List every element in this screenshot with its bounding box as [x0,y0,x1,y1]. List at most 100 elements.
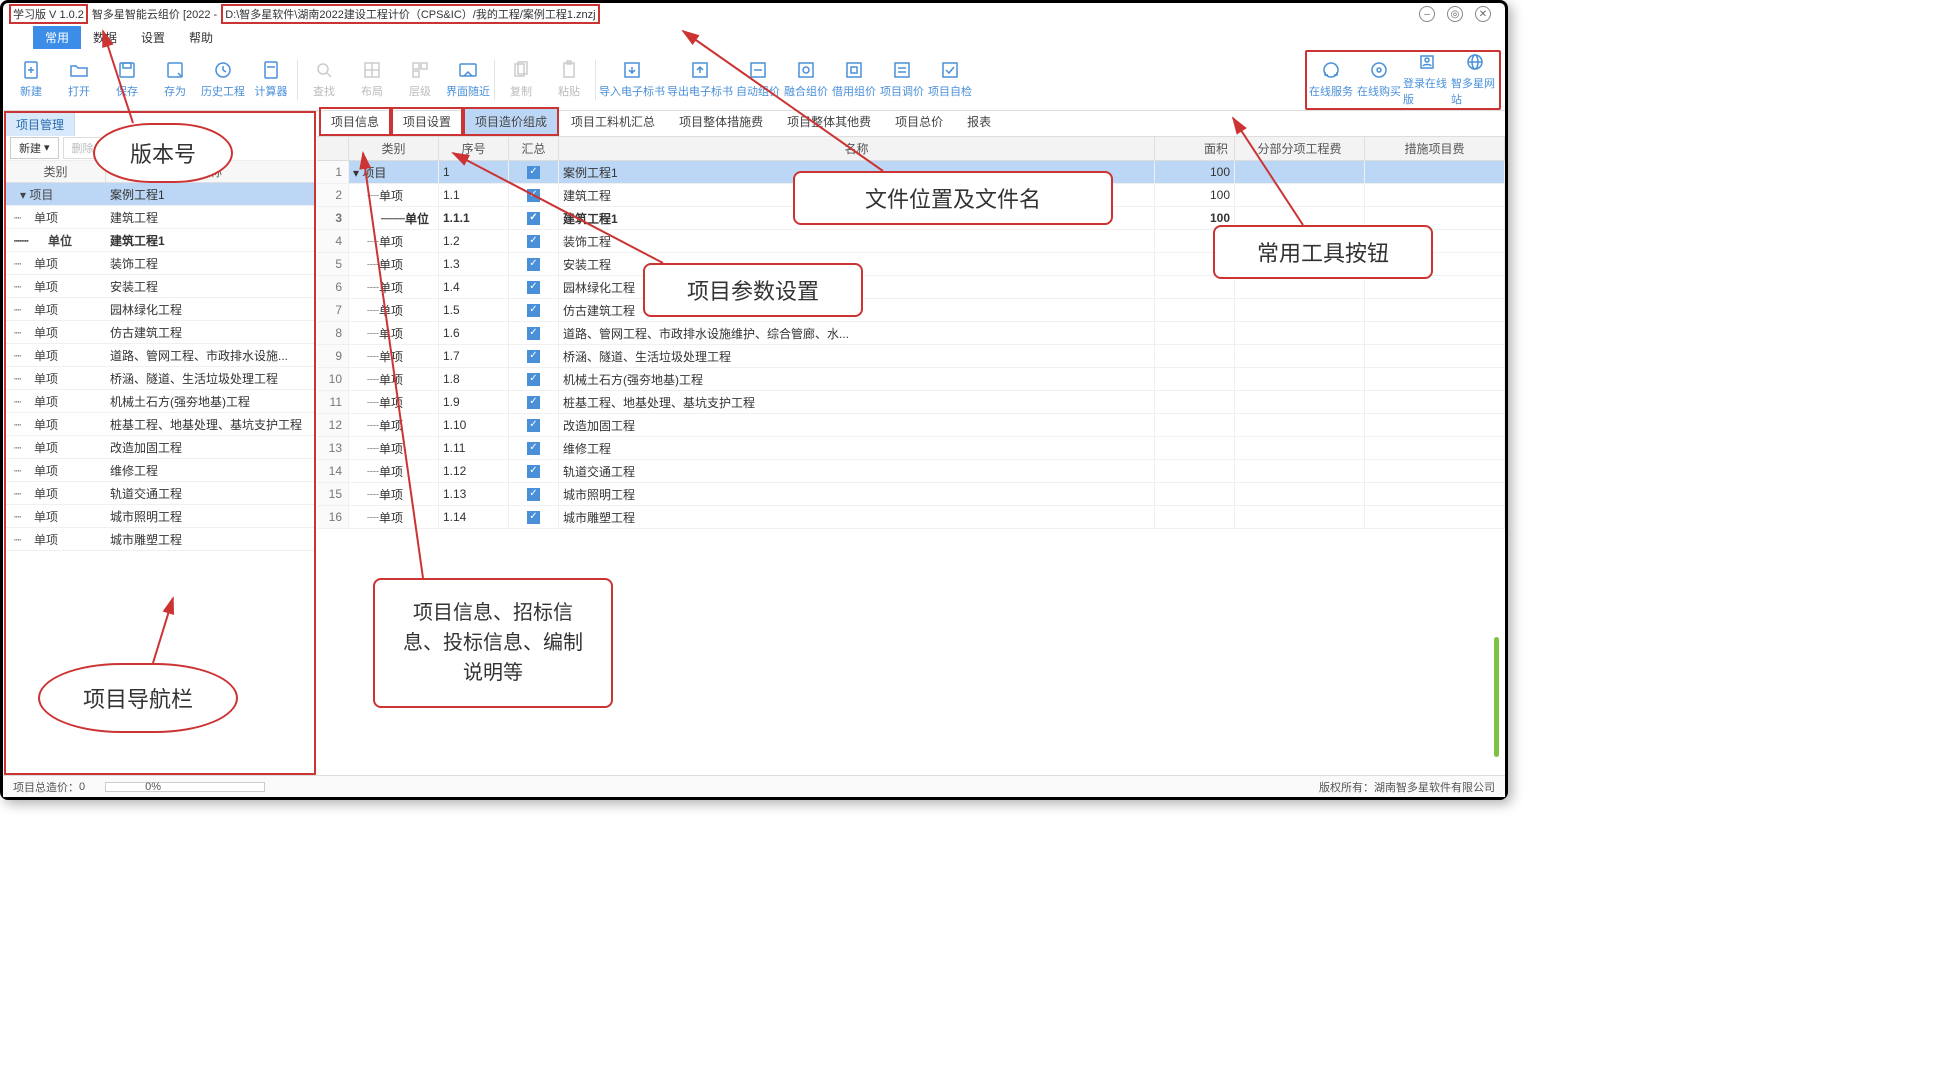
checkbox-icon[interactable]: ✓ [527,304,540,317]
checkbox-icon[interactable]: ✓ [527,235,540,248]
cart-icon [1369,60,1389,80]
checkbox-icon[interactable]: ✓ [527,511,540,524]
grid-row[interactable]: 12┈单项1.10✓改造加固工程 [317,414,1505,437]
tool-merge[interactable]: 融合组价 [782,52,830,108]
grid-row[interactable]: 13┈单项1.11✓维修工程 [317,437,1505,460]
tool-check[interactable]: 项目自检 [926,52,974,108]
nav-row[interactable]: ┈单项城市照明工程 [6,505,314,528]
checkbox-icon[interactable]: ✓ [527,327,540,340]
tool-history[interactable]: 历史工程 [199,52,247,108]
checkbox-icon[interactable]: ✓ [527,350,540,363]
settings-ring-icon[interactable]: ◎ [1447,6,1463,22]
checkbox-icon[interactable]: ✓ [527,396,540,409]
checkbox-icon[interactable]: ✓ [527,189,540,202]
nav-row[interactable]: ┈单项城市雕塑工程 [6,528,314,551]
checkbox-icon[interactable]: ✓ [527,281,540,294]
nav-row[interactable]: ┈单项轨道交通工程 [6,482,314,505]
tool-save[interactable]: 保存 [103,52,151,108]
nav-row[interactable]: ┈单项安装工程 [6,275,314,298]
nav-row[interactable]: ┈单项装饰工程 [6,252,314,275]
grid-row[interactable]: 9┈单项1.7✓桥涵、隧道、生活垃圾处理工程 [317,345,1505,368]
auto-icon [748,60,768,80]
tool-file-plus[interactable]: 新建 [7,52,55,108]
nav-row[interactable]: ┈单项建筑工程 [6,206,314,229]
tool-calc[interactable]: 计算器 [247,52,295,108]
tool-auto[interactable]: 自动组价 [734,52,782,108]
nav-row[interactable]: ┈单项改造加固工程 [6,436,314,459]
file-path: D:\智多星软件\湖南2022建设工程计价（CPS&IC）/我的工程/案例工程1… [221,4,599,24]
grid-row[interactable]: 7┈单项1.5✓仿古建筑工程 [317,299,1505,322]
tool-globe[interactable]: 智多星网站 [1451,52,1499,108]
paste-icon [559,60,579,80]
borrow-icon [844,60,864,80]
nav-row[interactable]: ┈┈单位建筑工程1 [6,229,314,252]
tool-folder-open[interactable]: 打开 [55,52,103,108]
merge-icon [796,60,816,80]
nav-row[interactable]: ┈单项桩基工程、地基处理、基坑支护工程 [6,413,314,436]
tab-5[interactable]: 项目整体其他费 [775,107,883,136]
close-icon[interactable]: ✕ [1475,6,1491,22]
grid-row[interactable]: 10┈单项1.8✓机械土石方(强夯地基)工程 [317,368,1505,391]
checkbox-icon[interactable]: ✓ [527,442,540,455]
menu-常用[interactable]: 常用 [33,26,81,49]
callout-tools: 常用工具按钮 [1213,225,1433,279]
tool-adjust[interactable]: 项目调价 [878,52,926,108]
grid-header: 类别 序号 汇总 名称 面积 分部分项工程费 措施项目费 [317,137,1505,161]
tool-grid: 布局 [348,52,396,108]
grid-row[interactable]: 11┈单项1.9✓桩基工程、地基处理、基坑支护工程 [317,391,1505,414]
grid-row[interactable]: 8┈单项1.6✓道路、管网工程、市政排水设施维护、综合管廊、水... [317,322,1505,345]
grid-row[interactable]: 6┈单项1.4✓园林绿化工程 [317,276,1505,299]
tab-7[interactable]: 报表 [955,107,1003,136]
nav-row[interactable]: ▾ 项目案例工程1 [6,183,314,206]
callout-nav: 项目导航栏 [38,663,238,733]
scroll-indicator [1494,637,1499,757]
checkbox-icon[interactable]: ✓ [527,465,540,478]
grid-row[interactable]: 14┈单项1.12✓轨道交通工程 [317,460,1505,483]
checkbox-icon[interactable]: ✓ [527,419,540,432]
copyright: 版权所有：湖南智多星软件有限公司 [1319,779,1495,795]
checkbox-icon[interactable]: ✓ [527,373,540,386]
checkbox-icon[interactable]: ✓ [527,488,540,501]
tab-3[interactable]: 项目工料机汇总 [559,107,667,136]
tab-2[interactable]: 项目造价组成 [463,107,559,136]
tab-6[interactable]: 项目总价 [883,107,955,136]
tab-4[interactable]: 项目整体措施费 [667,107,775,136]
main-tabs: 项目信息项目设置项目造价组成项目工料机汇总项目整体措施费项目整体其他费项目总价报… [317,111,1505,137]
grid-row[interactable]: 16┈单项1.14✓城市雕塑工程 [317,506,1505,529]
tool-borrow[interactable]: 借用组价 [830,52,878,108]
nav-row[interactable]: ┈单项机械土石方(强夯地基)工程 [6,390,314,413]
checkbox-icon[interactable]: ✓ [527,166,540,179]
tool-import[interactable]: 导入电子标书 [598,52,666,108]
nav-row[interactable]: ┈单项道路、管网工程、市政排水设施... [6,344,314,367]
statusbar: 项目总造价： 0 0% 版权所有：湖南智多星软件有限公司 [3,775,1505,797]
tool-export[interactable]: 导出电子标书 [666,52,734,108]
minimize-icon[interactable]: – [1419,6,1435,22]
checkbox-icon[interactable]: ✓ [527,212,540,225]
tab-1[interactable]: 项目设置 [391,107,463,136]
project-manage-tab[interactable]: 项目管理 [6,113,75,136]
nav-row[interactable]: ┈单项桥涵、隧道、生活垃圾处理工程 [6,367,314,390]
tab-0[interactable]: 项目信息 [319,107,391,136]
grid-row[interactable]: 15┈单项1.13✓城市照明工程 [317,483,1505,506]
tool-user[interactable]: 登录在线版 [1403,52,1451,108]
tool-cart[interactable]: 在线购买 [1355,52,1403,108]
grid-icon [362,60,382,80]
progress-pct: 0% [145,781,161,793]
headset-icon [1321,60,1341,80]
menu-帮助[interactable]: 帮助 [177,26,225,49]
menu-数据[interactable]: 数据 [81,26,129,49]
save-icon [117,60,137,80]
file-plus-icon [21,60,41,80]
nav-row[interactable]: ┈单项园林绿化工程 [6,298,314,321]
nav-row[interactable]: ┈单项仿古建筑工程 [6,321,314,344]
new-node-button[interactable]: 新建▾ [10,137,59,159]
copy-icon [511,60,531,80]
export-icon [690,60,710,80]
progress-bar [105,782,265,792]
tool-window[interactable]: 界面随近 [444,52,492,108]
checkbox-icon[interactable]: ✓ [527,258,540,271]
tool-headset[interactable]: 在线服务 [1307,52,1355,108]
nav-row[interactable]: ┈单项维修工程 [6,459,314,482]
menu-设置[interactable]: 设置 [129,26,177,49]
tool-save-as[interactable]: 存为 [151,52,199,108]
